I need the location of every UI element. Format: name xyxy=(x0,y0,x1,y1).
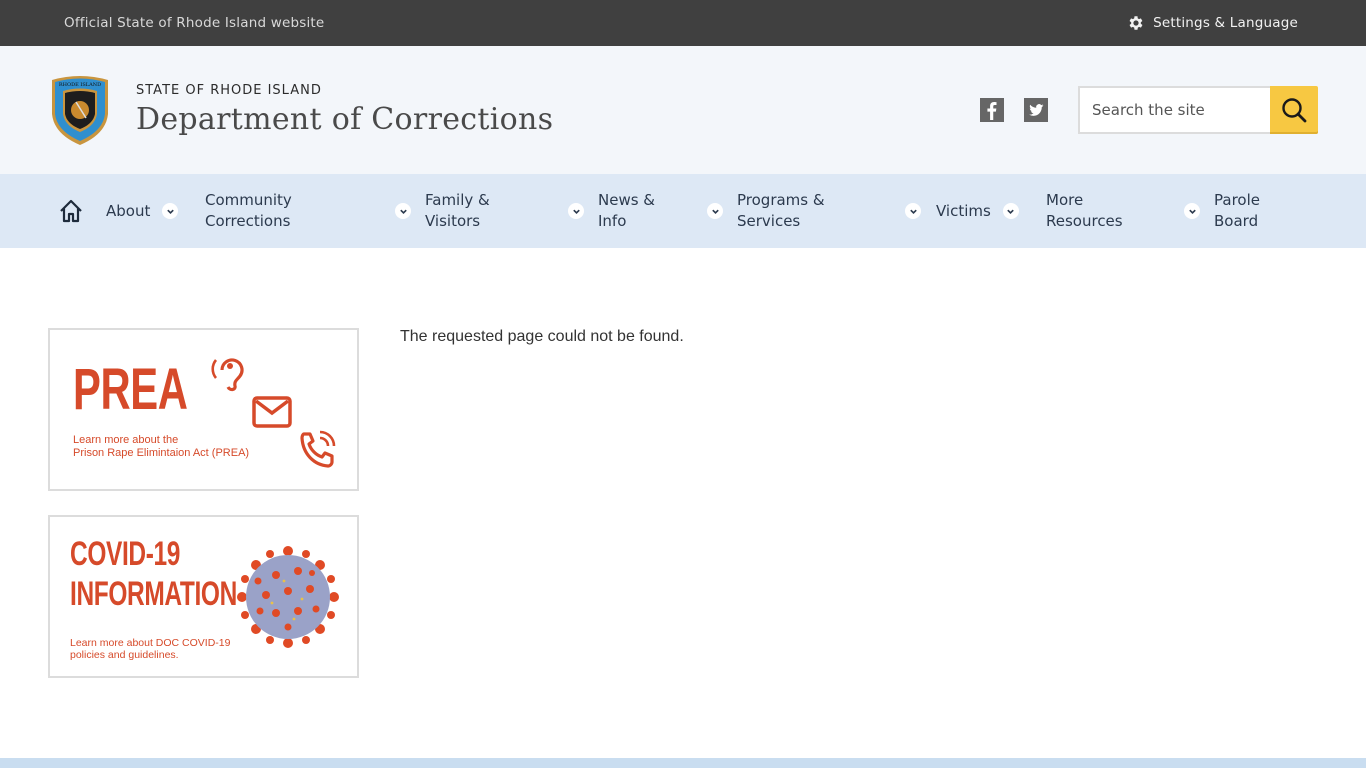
nav-item-label: Programs & Services xyxy=(737,191,825,230)
top-utility-bar: Official State of Rhode Island website S… xyxy=(0,0,1366,46)
chevron-down-icon[interactable] xyxy=(162,203,179,219)
chevron-down-icon[interactable] xyxy=(1002,203,1019,219)
phone-icon xyxy=(300,430,336,468)
nav-item-news-info[interactable]: News & Info xyxy=(598,190,737,232)
chevron-down-icon[interactable] xyxy=(905,203,921,219)
promo-subtitle: Learn more about the Prison Rape Elimint… xyxy=(73,434,250,459)
nav-item-label: Victims xyxy=(936,201,991,220)
twitter-link[interactable] xyxy=(1024,98,1048,122)
footer-top-strip xyxy=(0,758,1366,768)
chevron-down-icon[interactable] xyxy=(707,203,723,219)
covid-19-promo-banner[interactable]: COVID-19 INFORMATION Learn more about DO… xyxy=(48,515,359,678)
promo-title: PREA xyxy=(73,357,188,422)
site-search xyxy=(1078,86,1318,134)
nav-item-family-visitors[interactable]: Family & Visitors xyxy=(425,190,598,232)
page-content: The requested page could not be found. xyxy=(400,328,684,678)
nav-item-label: About xyxy=(106,201,151,220)
doc-seal-logo[interactable]: RHODE ISLAND xyxy=(48,74,112,146)
main-navigation: About Community Corrections Family & Vis… xyxy=(0,174,1366,248)
sidebar: PREA Learn more about the Prison Rape El… xyxy=(48,328,359,678)
search-input[interactable] xyxy=(1078,86,1270,134)
nav-item-programs-services[interactable]: Programs & Services xyxy=(737,190,936,232)
nav-item-label: Community Corrections xyxy=(205,191,292,230)
twitter-icon xyxy=(1028,104,1044,116)
settings-language-button[interactable]: Settings & Language xyxy=(1127,14,1298,32)
facebook-icon xyxy=(987,102,997,120)
search-button[interactable] xyxy=(1270,86,1318,134)
chevron-down-icon[interactable] xyxy=(1184,203,1200,219)
virus-icon xyxy=(237,546,339,648)
site-header: RHODE ISLAND STATE OF RHODE ISLAND Depar… xyxy=(0,46,1366,174)
prea-promo-banner[interactable]: PREA Learn more about the Prison Rape El… xyxy=(48,328,359,491)
state-label: STATE OF RHODE ISLAND xyxy=(136,83,322,98)
facebook-link[interactable] xyxy=(980,98,1004,122)
chevron-down-icon[interactable] xyxy=(395,203,411,219)
gear-icon xyxy=(1129,16,1143,30)
department-title[interactable]: Department of Corrections xyxy=(136,102,553,137)
nav-item-about[interactable]: About xyxy=(106,201,205,222)
nav-item-more-resources[interactable]: More Resources xyxy=(1046,190,1214,232)
search-icon xyxy=(1282,98,1307,123)
official-site-label: Official State of Rhode Island website xyxy=(64,15,325,31)
nav-item-label: News & Info xyxy=(598,191,655,230)
nav-item-parole-board[interactable]: Parole Board xyxy=(1214,190,1260,232)
main-content-area: PREA Learn more about the Prison Rape El… xyxy=(0,248,1366,678)
nav-item-community-corrections[interactable]: Community Corrections xyxy=(205,190,425,232)
nav-item-victims[interactable]: Victims xyxy=(936,201,1046,222)
promo-title-line2: INFORMATION xyxy=(70,575,237,613)
nav-item-label: More Resources xyxy=(1046,191,1123,230)
nav-item-label: Family & Visitors xyxy=(425,191,490,230)
home-icon[interactable] xyxy=(58,198,84,224)
svg-text:RHODE ISLAND: RHODE ISLAND xyxy=(59,82,101,88)
not-found-message: The requested page could not be found. xyxy=(400,328,684,345)
chevron-down-icon[interactable] xyxy=(568,203,584,219)
settings-language-label: Settings & Language xyxy=(1153,15,1298,31)
promo-title-line1: COVID-19 xyxy=(70,535,181,573)
nav-item-label: Parole Board xyxy=(1214,191,1260,230)
ear-icon xyxy=(211,358,244,392)
envelope-icon xyxy=(252,396,292,428)
promo-subtitle: Learn more about DOC COVID-19 policies a… xyxy=(70,637,231,661)
